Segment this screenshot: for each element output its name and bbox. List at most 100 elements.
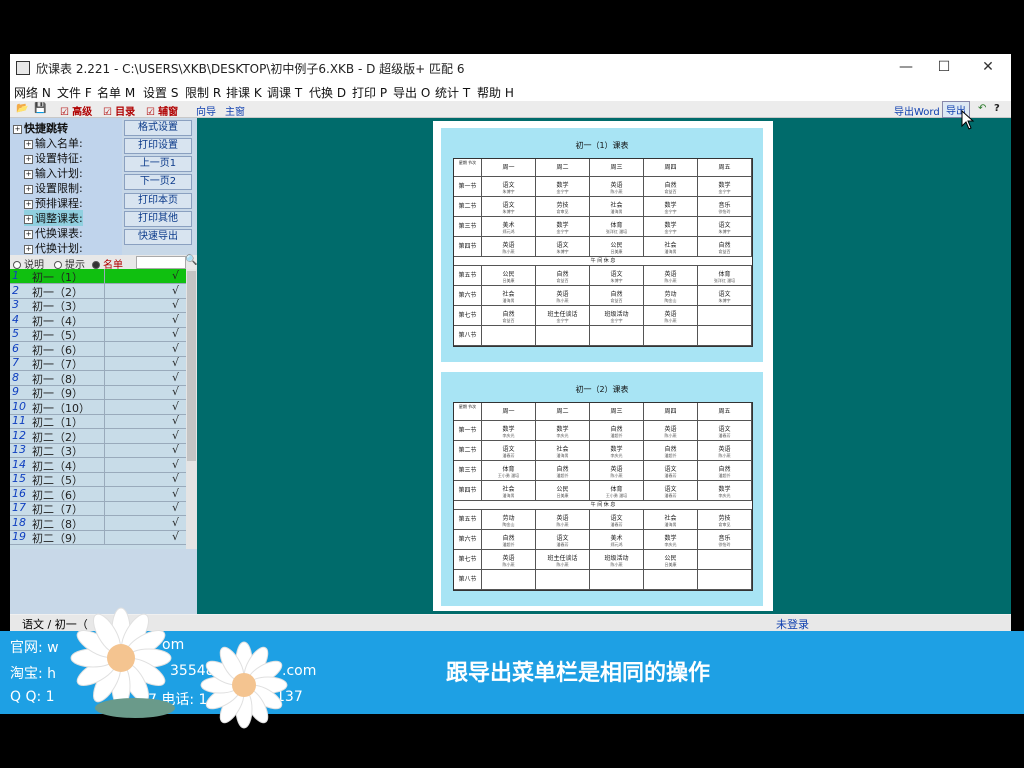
timetable-cell[interactable]: 自然 俞益百 [698, 237, 752, 257]
list-row[interactable]: 1 初一（1） √ [10, 269, 186, 284]
timetable-cell[interactable]: 语文 朱博宇 [590, 266, 644, 286]
timetable-cell[interactable]: 语文 朱博宇 [698, 217, 752, 237]
timetable-cell[interactable]: 英语 陈小燕 [536, 286, 590, 306]
timetable-cell[interactable]: 公民 吕美康 [536, 481, 590, 501]
row-check[interactable]: √ [172, 342, 179, 355]
timetable-cell[interactable] [482, 570, 536, 590]
menu-item[interactable]: 文件 F [57, 84, 92, 101]
list-row[interactable]: 10 初一（10） √ [10, 399, 186, 415]
row-check[interactable]: √ [172, 429, 179, 442]
save-icon[interactable]: 💾 [34, 103, 46, 114]
radio-icon[interactable] [54, 261, 62, 269]
timetable-cell[interactable]: 劳动 陶金山 [644, 286, 698, 306]
expand-icon[interactable]: + [24, 214, 33, 224]
menu-item[interactable]: 排课 K [226, 84, 262, 101]
panel-button[interactable]: 打印其他 [124, 211, 192, 227]
timetable-cell[interactable]: 英语 陈小燕 [536, 510, 590, 530]
panel-button[interactable]: 格式设置 [124, 120, 192, 136]
radio-icon[interactable] [92, 261, 100, 269]
list-row[interactable]: 11 初二（1） √ [10, 414, 186, 429]
timetable-cell[interactable]: 体育 王小勇 潘培 [590, 481, 644, 501]
row-check[interactable]: √ [172, 458, 179, 471]
row-check[interactable]: √ [172, 356, 179, 369]
list-row[interactable]: 13 初二（3） √ [10, 443, 186, 458]
timetable-cell[interactable]: 语文 潘春芳 [482, 441, 536, 461]
timetable-cell[interactable] [536, 326, 590, 346]
menu-item[interactable]: 打印 P [352, 84, 387, 101]
tree-item[interactable]: + 代换计划: [24, 240, 83, 256]
timetable-cell[interactable]: 语文 朱博宇 [536, 237, 590, 257]
timetable-cell[interactable]: 体育 张洋红 潘培 [698, 266, 752, 286]
timetable-cell[interactable]: 体育 王小勇 潘培 [482, 461, 536, 481]
timetable-cell[interactable] [536, 570, 590, 590]
timetable-cell[interactable]: 劳动 陶金山 [482, 510, 536, 530]
timetable-cell[interactable]: 语文 朱博宇 [482, 197, 536, 217]
maximize-button[interactable]: ☐ [930, 57, 958, 77]
row-check[interactable]: √ [172, 371, 179, 384]
timetable-cell[interactable]: 班主任谈话 陈小燕 [536, 550, 590, 570]
menu-item[interactable]: 统计 T [435, 84, 470, 101]
search-icon[interactable]: 🔍 [185, 255, 197, 266]
timetable-cell[interactable] [482, 326, 536, 346]
timetable-cell[interactable]: 数学 李庆光 [644, 530, 698, 550]
list-row[interactable]: 7 初一（7） √ [10, 356, 186, 371]
menu-item[interactable]: 调课 T [267, 84, 302, 101]
panel-button[interactable]: 打印设置 [124, 138, 192, 154]
timetable-cell[interactable]: 语文 朱博宇 [698, 286, 752, 306]
row-check[interactable]: √ [172, 400, 179, 413]
tree-item[interactable]: + 预排课程: [24, 195, 83, 211]
timetable-cell[interactable]: 体育 张洋红 潘培 [590, 217, 644, 237]
row-check[interactable]: √ [172, 530, 179, 543]
panel-button[interactable]: 打印本页 [124, 193, 192, 209]
timetable-cell[interactable]: 语文 潘春芳 [698, 421, 752, 441]
timetable-cell[interactable]: 美术 郑元鸿 [482, 217, 536, 237]
timetable-cell[interactable]: 英语 陈小燕 [590, 177, 644, 197]
timetable-cell[interactable]: 劳技 俞审见 [698, 510, 752, 530]
tree-item[interactable]: + 输入名单: [24, 135, 83, 151]
scroll-thumb[interactable] [187, 271, 196, 461]
timetable-cell[interactable]: 数学 金宁宇 [536, 177, 590, 197]
timetable-cell[interactable]: 音乐 徐怡玲 [698, 530, 752, 550]
list-row[interactable]: 18 初二（8） √ [10, 515, 186, 531]
timetable-cell[interactable]: 音乐 徐怡玲 [698, 197, 752, 217]
timetable-cell[interactable]: 美术 郑元鸿 [590, 530, 644, 550]
tree-root[interactable]: + 快捷跳转 [13, 120, 68, 136]
timetable-cell[interactable]: 自然 俞益百 [644, 177, 698, 197]
timetable-cell[interactable] [644, 570, 698, 590]
timetable-cell[interactable]: 社会 潘海男 [482, 481, 536, 501]
timetable-cell[interactable]: 公民 吕美康 [482, 266, 536, 286]
timetable-cell[interactable]: 数学 金宁宇 [644, 197, 698, 217]
timetable-cell[interactable]: 社会 潘海男 [590, 197, 644, 217]
expand-icon[interactable]: + [24, 229, 33, 239]
expand-icon[interactable]: + [24, 139, 33, 149]
expand-icon[interactable]: + [24, 154, 33, 164]
menu-item[interactable]: 代换 D [309, 84, 346, 101]
timetable-cell[interactable]: 社会 潘海男 [482, 286, 536, 306]
timetable-cell[interactable]: 自然 潘超仟 [536, 461, 590, 481]
expand-icon[interactable]: + [24, 184, 33, 194]
row-check[interactable]: √ [172, 284, 179, 297]
expand-icon[interactable]: + [24, 244, 33, 254]
timetable-cell[interactable] [698, 306, 752, 326]
row-check[interactable]: √ [172, 327, 179, 340]
timetable-cell[interactable] [698, 570, 752, 590]
timetable-cell[interactable]: 自然 俞益百 [482, 306, 536, 326]
timetable-cell[interactable]: 班级活动 金宁宇 [590, 306, 644, 326]
check-catalog[interactable]: ☑ 目录 [103, 103, 135, 118]
timetable-cell[interactable]: 公民 吕美康 [644, 550, 698, 570]
menu-item[interactable]: 网络 N [14, 84, 51, 101]
timetable-cell[interactable]: 英语 陈小燕 [644, 421, 698, 441]
timetable-cell[interactable]: 数学 李庆光 [590, 441, 644, 461]
timetable-cell[interactable]: 数学 李庆光 [536, 421, 590, 441]
timetable-cell[interactable]: 数学 金宁宇 [536, 217, 590, 237]
timetable-cell[interactable]: 自然 俞益百 [536, 266, 590, 286]
timetable-cell[interactable]: 语文 潘春芳 [644, 481, 698, 501]
row-check[interactable]: √ [172, 516, 179, 529]
list-row[interactable]: 8 初一（8） √ [10, 370, 186, 386]
close-button[interactable]: ✕ [974, 57, 1002, 77]
timetable-cell[interactable]: 社会 潘海男 [644, 510, 698, 530]
list-row[interactable]: 14 初二（4） √ [10, 457, 186, 473]
row-check[interactable]: √ [172, 501, 179, 514]
timetable-cell[interactable]: 数学 李庆光 [698, 481, 752, 501]
tree-item[interactable]: + 设置限制: [24, 180, 83, 196]
